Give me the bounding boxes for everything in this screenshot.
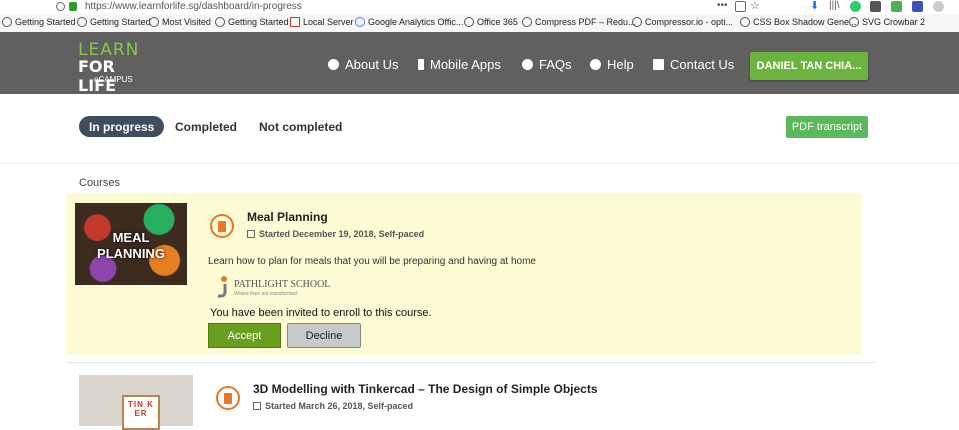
extension-icon[interactable] <box>870 1 881 12</box>
bookmark-star-icon[interactable]: ☆ <box>750 0 760 12</box>
download-icon[interactable]: ⬇ <box>810 0 819 12</box>
bookmark-item[interactable]: Local Server <box>290 17 354 27</box>
pathlight-logo-icon <box>217 276 227 298</box>
browser-url-bar[interactable]: https://www.learnforlife.sg/dashboard/in… <box>0 0 959 15</box>
bookmark-item[interactable]: Compress PDF – Redu... <box>522 17 636 27</box>
url-text[interactable]: https://www.learnforlife.sg/dashboard/in… <box>85 1 302 12</box>
evernote-icon[interactable] <box>891 1 902 12</box>
globe-icon <box>464 17 474 27</box>
profile-icon[interactable] <box>933 1 944 12</box>
course-meta: Started December 19, 2018, Self-paced <box>247 229 424 239</box>
course-thumbnail-meal-planning[interactable]: MEAL PLANNING <box>75 203 187 285</box>
course-icon <box>210 214 234 238</box>
lifebuoy-icon <box>590 59 601 70</box>
course-icon <box>216 386 240 410</box>
pocket-icon[interactable] <box>735 1 746 12</box>
tinkercad-logo: TIN KER <box>122 395 160 430</box>
info-icon[interactable] <box>56 2 65 11</box>
nav-contact-us[interactable]: Contact Us <box>653 57 734 72</box>
globe-icon <box>215 17 225 27</box>
globe-icon <box>522 17 532 27</box>
google-icon <box>355 17 365 27</box>
calendar-icon <box>247 230 255 238</box>
firefox-icon <box>77 17 87 27</box>
tab-completed[interactable]: Completed <box>175 116 237 137</box>
nav-faqs[interactable]: FAQs <box>522 57 572 72</box>
bookmark-item[interactable]: Getting Started <box>2 17 76 27</box>
firefox-icon <box>2 17 12 27</box>
courses-section-label: Courses <box>79 177 120 189</box>
bookmarks-bar: Getting Started Getting Started Most Vis… <box>0 14 959 33</box>
course-description: Learn how to plan for meals that you wil… <box>208 256 536 267</box>
page-actions-icon[interactable]: ••• <box>717 0 728 11</box>
nav-mobile-apps[interactable]: Mobile Apps <box>418 57 501 72</box>
globe-icon <box>849 17 859 27</box>
tab-not-completed[interactable]: Not completed <box>259 116 342 137</box>
site-logo[interactable]: LEARN FOR LIFE eCAMPUS <box>78 40 158 95</box>
nav-help[interactable]: Help <box>590 57 634 72</box>
mobile-icon <box>418 59 424 70</box>
school-name: PATHLIGHT SCHOOL <box>234 279 331 290</box>
bookmark-item[interactable]: Most Visited <box>149 17 211 27</box>
course-meta: Started March 26, 2018, Self-paced <box>253 401 413 411</box>
library-icon[interactable]: |||\ <box>829 0 840 11</box>
globe-icon <box>632 17 642 27</box>
user-icon <box>328 59 339 70</box>
user-menu-button[interactable]: DANIEL TAN CHIA... <box>750 52 868 80</box>
calendar-icon <box>253 402 261 410</box>
server-icon <box>290 17 300 27</box>
pdf-transcript-button[interactable]: PDF transcript <box>786 116 868 138</box>
gear-icon <box>149 17 159 27</box>
envelope-icon <box>653 59 664 70</box>
school-tagline: Where lives are transformed <box>234 291 297 297</box>
decline-button[interactable]: Decline <box>287 323 361 348</box>
question-icon <box>522 59 533 70</box>
globe-icon <box>740 17 750 27</box>
course-title[interactable]: Meal Planning <box>247 210 328 224</box>
divider <box>66 362 876 363</box>
pathlight-school-logo: PATHLIGHT SCHOOL Where lives are transfo… <box>212 275 330 301</box>
divider <box>0 163 959 164</box>
thumbnail-text: MEAL <box>112 230 150 245</box>
bookmark-item[interactable]: CSS Box Shadow Gene... <box>740 17 857 27</box>
bookmark-item[interactable]: Getting Started <box>215 17 289 27</box>
bookmark-item[interactable]: Office 365 <box>464 17 518 27</box>
grammarly-icon[interactable] <box>850 1 861 12</box>
bookmark-item[interactable]: SVG Crowbar 2 <box>849 17 925 27</box>
bookmark-item[interactable]: Getting Started <box>77 17 151 27</box>
thumbnail-text: PLANNING <box>97 246 165 261</box>
lock-icon <box>69 2 77 11</box>
bookmark-item[interactable]: Compressor.io - opti... <box>632 17 733 27</box>
logo-text-ecampus: eCAMPUS <box>94 75 133 84</box>
screen-capture-icon[interactable] <box>912 1 923 12</box>
invite-message: You have been invited to enroll to this … <box>210 307 432 319</box>
tinkercad-logo-text: TIN KER <box>128 400 154 418</box>
nav-about-us[interactable]: About Us <box>328 57 398 72</box>
tab-in-progress[interactable]: In progress <box>79 116 165 137</box>
course-title[interactable]: 3D Modelling with Tinkercad – The Design… <box>253 382 598 396</box>
bookmark-item[interactable]: Google Analytics Offic... <box>355 17 463 27</box>
accept-button[interactable]: Accept <box>208 323 281 348</box>
